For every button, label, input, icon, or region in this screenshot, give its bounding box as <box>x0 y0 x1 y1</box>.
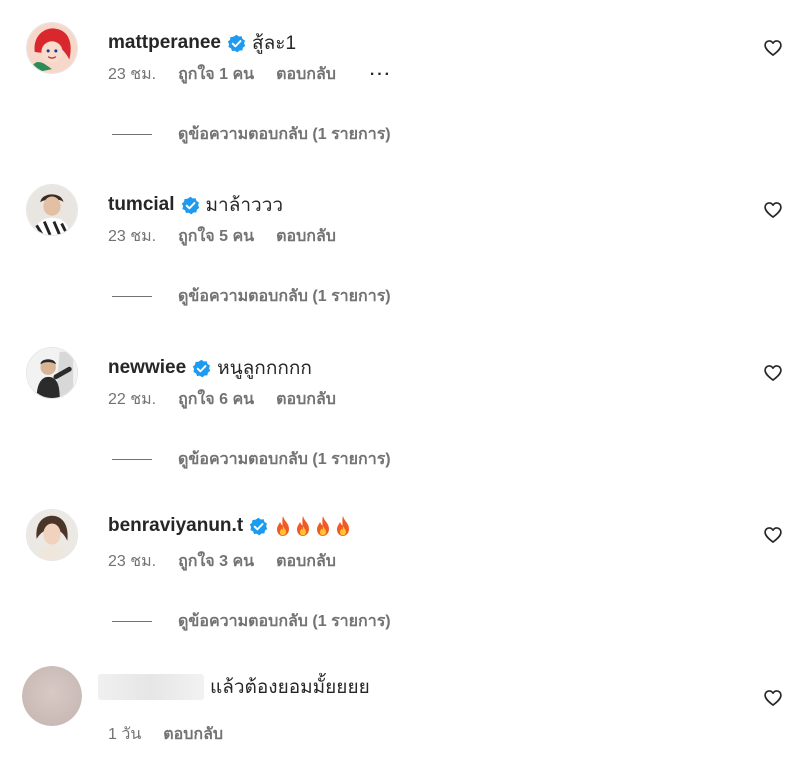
divider <box>112 459 152 460</box>
comment-text: สู้ละ1 <box>252 33 297 54</box>
comment-meta: 22 ชม. ถูกใจ 6 คน ตอบกลับ <box>108 387 358 412</box>
comment-text: หนูลูกกกกก <box>217 358 312 379</box>
timestamp[interactable]: 1 วัน <box>108 722 141 747</box>
reply-button[interactable]: ตอบกลับ <box>276 62 336 87</box>
view-replies-label: ดูข้อความตอบกลับ (1 รายการ) <box>178 126 391 143</box>
fire-emoji-icon <box>314 515 332 537</box>
comment-text: มาล้าววว <box>205 195 284 216</box>
verified-badge-icon <box>181 196 200 215</box>
comment-line: mattperanee สู้ละ1 <box>108 28 296 58</box>
comment-meta: 23 ชม. ถูกใจ 1 คน ตอบกลับ ··· <box>108 62 414 87</box>
divider <box>112 621 152 622</box>
comment-list: mattperanee สู้ละ1 23 ชม. ถูกใจ 1 คน ตอบ… <box>0 0 800 759</box>
reply-button[interactable]: ตอบกลับ <box>276 549 336 574</box>
timestamp[interactable]: 23 ชม. <box>108 549 156 574</box>
verified-badge-icon <box>227 34 246 53</box>
reply-button[interactable]: ตอบกลับ <box>163 722 223 747</box>
likes-count[interactable]: ถูกใจ 3 คน <box>178 549 254 574</box>
username[interactable]: tumcial <box>108 194 175 216</box>
comment-meta: 23 ชม. ถูกใจ 3 คน ตอบกลับ <box>108 549 358 574</box>
username[interactable]: newwiee <box>108 357 186 379</box>
comment-line: newwiee หนูลูกกกกก <box>108 353 312 383</box>
view-replies-button[interactable]: ดูข้อความตอบกลับ (1 รายการ) <box>112 609 391 634</box>
likes-count[interactable]: ถูกใจ 6 คน <box>178 387 254 412</box>
divider <box>112 134 152 135</box>
blurred-avatar-icon <box>22 666 82 726</box>
like-heart-icon[interactable] <box>763 363 783 383</box>
reply-button[interactable]: ตอบกลับ <box>276 387 336 412</box>
view-replies-label: ดูข้อความตอบกลับ (1 รายการ) <box>178 288 391 305</box>
more-options-icon[interactable]: ··· <box>370 66 392 84</box>
avatar[interactable] <box>22 666 82 726</box>
comment-text: แล้วต้องยอมมั้ยยยย <box>210 677 370 698</box>
avatar[interactable] <box>26 22 78 74</box>
avatar[interactable] <box>26 347 78 399</box>
fire-emoji-icon <box>294 515 312 537</box>
timestamp[interactable]: 22 ชม. <box>108 387 156 412</box>
view-replies-button[interactable]: ดูข้อความตอบกลับ (1 รายการ) <box>112 447 391 472</box>
person-photo-avatar-icon <box>27 348 77 398</box>
timestamp[interactable]: 23 ชม. <box>108 224 156 249</box>
like-heart-icon[interactable] <box>763 525 783 545</box>
like-heart-icon[interactable] <box>763 200 783 220</box>
fire-emoji-icon <box>274 515 292 537</box>
divider <box>112 296 152 297</box>
cartoon-mermaid-avatar-icon <box>27 23 77 73</box>
person-photo-avatar-icon <box>27 510 77 560</box>
view-replies-label: ดูข้อความตอบกลับ (1 รายการ) <box>178 613 391 630</box>
likes-count[interactable]: ถูกใจ 1 คน <box>178 62 254 87</box>
view-replies-button[interactable]: ดูข้อความตอบกลับ (1 รายการ) <box>112 122 391 147</box>
username[interactable]: mattperanee <box>108 32 221 54</box>
avatar[interactable] <box>26 509 78 561</box>
timestamp[interactable]: 23 ชม. <box>108 62 156 87</box>
fire-emoji-icon <box>334 515 352 537</box>
comment-meta: 23 ชม. ถูกใจ 5 คน ตอบกลับ <box>108 224 358 249</box>
comment-meta: 1 วัน ตอบกลับ <box>108 722 245 747</box>
comment-line: แล้วต้องยอมมั้ยยยย <box>98 672 370 702</box>
person-photo-avatar-icon <box>27 185 77 235</box>
verified-badge-icon <box>192 359 211 378</box>
like-heart-icon[interactable] <box>763 688 783 708</box>
verified-badge-icon <box>249 517 268 536</box>
view-replies-button[interactable]: ดูข้อความตอบกลับ (1 รายการ) <box>112 284 391 309</box>
username[interactable]: benraviyanun.t <box>108 515 243 537</box>
likes-count[interactable]: ถูกใจ 5 คน <box>178 224 254 249</box>
blurred-username[interactable] <box>98 674 204 700</box>
reply-button[interactable]: ตอบกลับ <box>276 224 336 249</box>
comment-line: tumcial มาล้าววว <box>108 190 283 220</box>
like-heart-icon[interactable] <box>763 38 783 58</box>
view-replies-label: ดูข้อความตอบกลับ (1 รายการ) <box>178 451 391 468</box>
avatar[interactable] <box>26 184 78 236</box>
comment-line: benraviyanun.t <box>108 515 354 537</box>
